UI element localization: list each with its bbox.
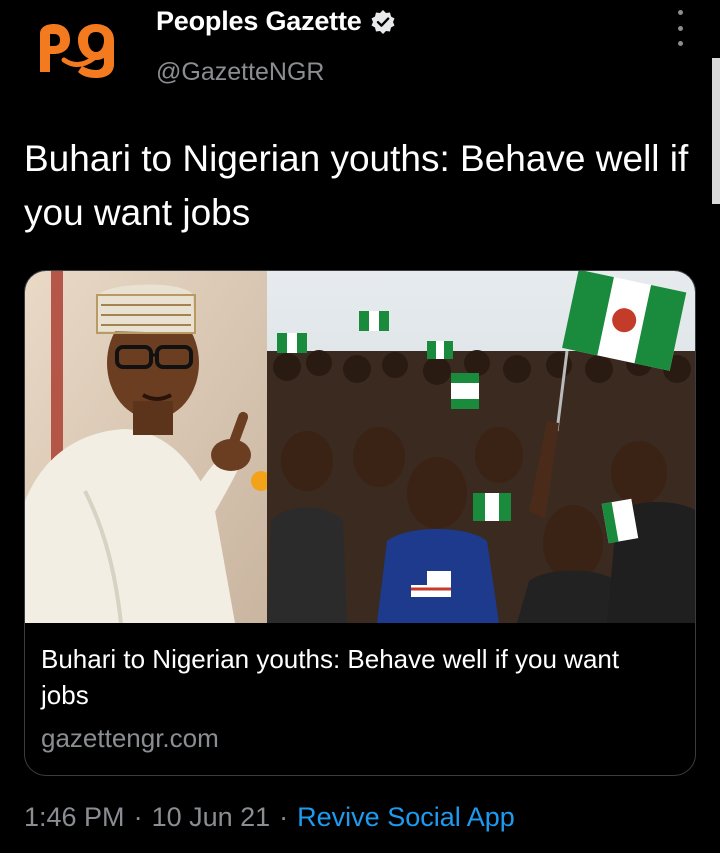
link-card[interactable]: Buhari to Nigerian youths: Behave well i… <box>24 270 696 776</box>
card-title[interactable]: Buhari to Nigerian youths: Behave well i… <box>41 641 661 713</box>
tweet-time[interactable]: 1:46 PM <box>24 802 125 833</box>
author-display-name[interactable]: Peoples Gazette <box>156 6 362 37</box>
author-name-row[interactable]: Peoples Gazette <box>156 6 396 37</box>
tweet-text: Buhari to Nigerian youths: Behave well i… <box>24 138 689 233</box>
more-options-icon[interactable] <box>668 10 692 46</box>
photo-youth-crowd-with-nigerian-flags <box>267 271 695 623</box>
card-media[interactable] <box>25 271 695 623</box>
more-dot <box>677 10 683 15</box>
peoples-gazette-logo-icon <box>40 24 114 78</box>
tweet-header: Peoples Gazette @GazetteNGR <box>0 0 720 110</box>
tweet-date[interactable]: 10 Jun 21 <box>152 802 271 833</box>
avatar[interactable] <box>34 20 118 80</box>
tweet-source-link[interactable]: Revive Social App <box>297 802 515 833</box>
verified-badge-icon <box>371 9 395 34</box>
tweet-metadata: 1:46 PM · 10 Jun 21 · Revive Social App <box>24 802 515 833</box>
author-handle[interactable]: @GazetteNGR <box>156 58 324 87</box>
separator: · <box>279 802 289 832</box>
scrollbar[interactable] <box>712 58 720 204</box>
more-dot <box>677 41 683 46</box>
more-dot <box>677 25 683 31</box>
card-domain[interactable]: gazettengr.com <box>41 723 219 754</box>
separator: · <box>133 802 143 832</box>
photo-president-pointing <box>25 271 267 623</box>
